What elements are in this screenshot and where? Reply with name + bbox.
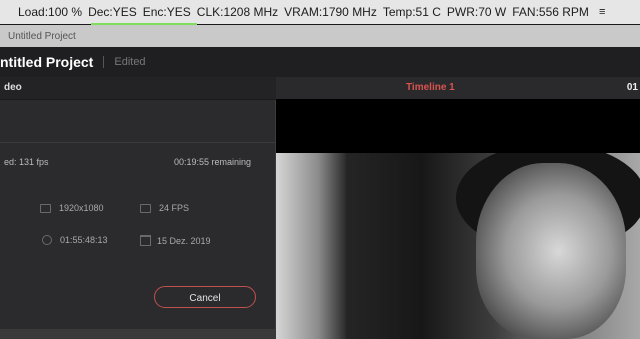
resolution-row: 1920x1080 — [40, 203, 104, 213]
video-frame[interactable] — [276, 153, 640, 339]
viewer-letterbox — [276, 99, 640, 153]
window-tab-title[interactable]: Untitled Project — [8, 31, 76, 42]
gpu-load: Load:100 % — [18, 5, 83, 19]
project-title: ntitled Project — [0, 54, 94, 70]
window-tab-bar: Untitled Project — [0, 25, 640, 47]
duration-value: 01:55:48:13 — [60, 235, 108, 245]
gpu-power: PWR:70 W — [446, 5, 507, 19]
gpu-fan: FAN:556 RPM — [512, 5, 589, 19]
resolution-icon — [40, 203, 51, 213]
date-row: 15 Dez. 2019 — [140, 235, 211, 246]
gpu-clock: CLK:1208 MHz — [196, 5, 279, 19]
app-header: ntitled Project Edited — [0, 47, 640, 77]
gpu-vram: VRAM:1790 MHz — [284, 5, 377, 19]
video-curtain — [276, 153, 346, 339]
resolution-value: 1920x1080 — [59, 203, 104, 213]
framerate-icon — [140, 203, 151, 213]
viewer-timecode: 01 — [626, 82, 638, 93]
fps-row: 24 FPS — [140, 203, 189, 213]
cancel-button[interactable]: Cancel — [154, 286, 256, 308]
gpu-encode: Enc:YES — [142, 5, 191, 19]
dialog-header: deo — [0, 77, 276, 100]
video-subject-face — [476, 163, 626, 339]
render-speed: ed: 131 fps — [4, 157, 49, 167]
time-remaining: 00:19:55 remaining — [173, 157, 251, 167]
gpu-decode: Dec:YES — [88, 5, 137, 19]
header-divider — [103, 56, 105, 68]
duration-row: 01:55:48:13 — [42, 235, 108, 245]
menu-extra-icon[interactable]: ≡ — [599, 6, 605, 18]
render-progress-dialog: deo ed: 131 fps 00:19:55 remaining 1920x… — [0, 77, 276, 329]
calendar-icon — [140, 235, 151, 246]
date-value: 15 Dez. 2019 — [157, 235, 211, 246]
bottom-strip — [0, 328, 276, 339]
dialog-title: deo — [4, 82, 22, 93]
viewer-header: Timeline 1 01 — [276, 77, 640, 100]
timeline-title[interactable]: Timeline 1 — [406, 82, 455, 93]
dialog-separator — [0, 142, 276, 143]
edited-status: Edited — [114, 56, 146, 68]
clock-icon — [42, 235, 52, 245]
fps-value: 24 FPS — [159, 203, 190, 213]
gpu-temp: Temp:51 C — [382, 5, 441, 19]
menubar-gpu-stats: Load:100 % Dec:YES Enc:YES CLK:1208 MHz … — [0, 0, 640, 24]
